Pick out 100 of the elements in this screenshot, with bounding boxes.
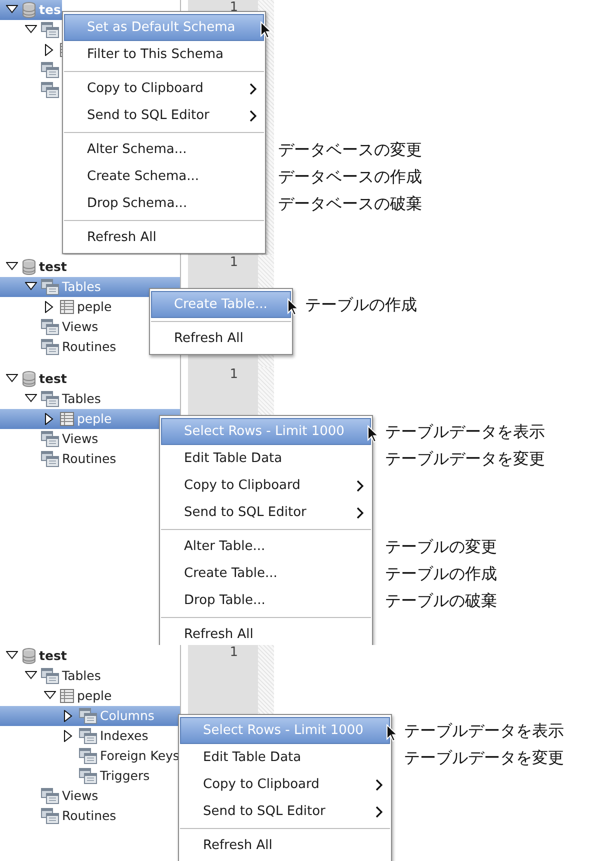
database-icon — [22, 2, 36, 18]
annotation-text: テーブルデータを変更 — [404, 746, 564, 768]
collapse-triangle-icon[interactable] — [6, 373, 18, 385]
collapse-triangle-icon[interactable] — [44, 690, 56, 702]
annotation-text: データベースの変更 — [278, 138, 422, 160]
tree-item-label: Triggers — [100, 770, 150, 782]
menu-item[interactable]: Refresh All — [64, 224, 264, 251]
annotation-text: テーブルデータを表示 — [385, 420, 545, 442]
annotation-text: テーブルデータを変更 — [385, 448, 545, 470]
collapse-triangle-icon[interactable] — [25, 281, 37, 293]
tree-item[interactable]: Tables — [0, 389, 101, 409]
annotation-text: テーブルの作成 — [385, 562, 497, 584]
tree-item-label: test — [39, 650, 67, 662]
annotation-text: データベースの破棄 — [278, 192, 422, 214]
tree-item-label: Views — [62, 320, 98, 334]
folder-icon — [41, 391, 59, 407]
collapse-triangle-icon[interactable] — [25, 670, 37, 682]
collapse-triangle-icon[interactable] — [25, 24, 37, 36]
menu-item[interactable]: Create Schema... — [64, 163, 264, 190]
tree-item[interactable]: Routines — [0, 449, 116, 469]
folder-icon — [41, 431, 59, 447]
menu-item[interactable]: Send to SQL Editor — [161, 499, 371, 526]
table-icon — [60, 299, 74, 315]
tree-item-label: Tables — [62, 392, 101, 406]
collapse-triangle-icon[interactable] — [6, 4, 18, 16]
folder-icon — [41, 279, 59, 295]
tree-item-label: test — [39, 372, 67, 386]
annotation-text: テーブルデータを表示 — [404, 720, 564, 742]
menu-item[interactable]: Edit Table Data — [180, 744, 390, 771]
tree-item-label: test — [39, 260, 67, 274]
line-number: 1 — [230, 368, 238, 382]
tree-item[interactable]: Views — [0, 317, 98, 337]
database-icon — [22, 648, 36, 664]
menu-item[interactable]: Send to SQL Editor — [64, 102, 264, 129]
annotation-text: テーブルの変更 — [385, 536, 497, 558]
expand-triangle-icon[interactable] — [44, 413, 56, 425]
menu-item[interactable]: Edit Table Data — [161, 445, 371, 472]
annotation-text: テーブルの破棄 — [385, 590, 497, 612]
table-icon — [60, 411, 74, 427]
menu-item[interactable]: Drop Schema... — [64, 190, 264, 217]
menu-item[interactable]: Send to SQL Editor — [180, 798, 390, 825]
expand-triangle-icon[interactable] — [44, 44, 56, 56]
folder-icon — [41, 22, 59, 38]
tree-item[interactable]: test — [0, 257, 67, 277]
database-icon — [22, 259, 36, 275]
tree-item[interactable]: Triggers — [0, 766, 150, 786]
tree-item[interactable]: test — [0, 369, 67, 389]
annotation-text: データベースの作成 — [278, 166, 422, 188]
tree-item[interactable]: Routines — [0, 806, 116, 826]
tree-item-label: Columns — [100, 710, 154, 722]
tree-item-label: Tables — [62, 280, 101, 294]
tree-item-label: Indexes — [100, 730, 148, 742]
tree-item-label: Views — [62, 432, 98, 446]
tree-item-label: peple — [77, 690, 112, 702]
menu-item[interactable]: Copy to Clipboard — [64, 75, 264, 102]
tree-item[interactable]: Views — [0, 429, 98, 449]
line-number: 1 — [230, 646, 238, 660]
tree-item[interactable]: Tables — [0, 666, 101, 686]
tree-item-label: Views — [62, 790, 98, 802]
menu-item[interactable]: Alter Table... — [161, 533, 371, 560]
tree-item-label: peple — [77, 300, 112, 314]
folder-icon — [41, 808, 59, 824]
folder-icon — [41, 319, 59, 335]
folder-icon — [41, 451, 59, 467]
menu-item[interactable]: Copy to Clipboard — [180, 771, 390, 798]
expand-triangle-icon[interactable] — [63, 710, 75, 722]
tree-item-label: Routines — [62, 340, 116, 354]
folder-icon — [41, 668, 59, 684]
menu-item[interactable]: Refresh All — [151, 325, 291, 352]
tree-item[interactable]: Routines — [0, 337, 116, 357]
folder-icon — [79, 768, 97, 784]
expand-triangle-icon[interactable] — [63, 730, 75, 742]
menu-item[interactable]: Refresh All — [180, 832, 390, 859]
folder-icon — [41, 339, 59, 355]
menu-item[interactable]: Filter to This Schema — [64, 41, 264, 68]
tree-item[interactable]: peple — [0, 686, 112, 706]
tree-item[interactable]: peple — [0, 297, 112, 317]
folder-icon — [41, 788, 59, 804]
tree-item[interactable]: Indexes — [0, 726, 148, 746]
tree-item[interactable]: Foreign Keys — [0, 746, 180, 766]
tree-item-label: peple — [77, 412, 112, 426]
line-number: 1 — [230, 1, 238, 15]
table-icon — [60, 688, 74, 704]
annotation-text: テーブルの作成 — [305, 294, 417, 316]
menu-item[interactable]: Refresh All — [161, 621, 371, 645]
collapse-triangle-icon[interactable] — [6, 261, 18, 273]
menu-item[interactable]: Alter Schema... — [64, 136, 264, 163]
expand-triangle-icon[interactable] — [44, 301, 56, 313]
folder-icon — [41, 62, 59, 78]
tree-item[interactable]: test — [0, 646, 67, 666]
menu-item[interactable]: Create Table... — [161, 560, 371, 587]
menu-item[interactable]: Copy to Clipboard — [161, 472, 371, 499]
folder-icon — [79, 748, 97, 764]
tree-item[interactable]: Views — [0, 786, 98, 806]
collapse-triangle-icon[interactable] — [25, 393, 37, 405]
collapse-triangle-icon[interactable] — [6, 650, 18, 662]
folder-icon — [79, 708, 97, 724]
menu-item[interactable]: Drop Table... — [161, 587, 371, 614]
tree-item-label: Routines — [62, 452, 116, 466]
tree-item-label: tes — [39, 4, 61, 16]
